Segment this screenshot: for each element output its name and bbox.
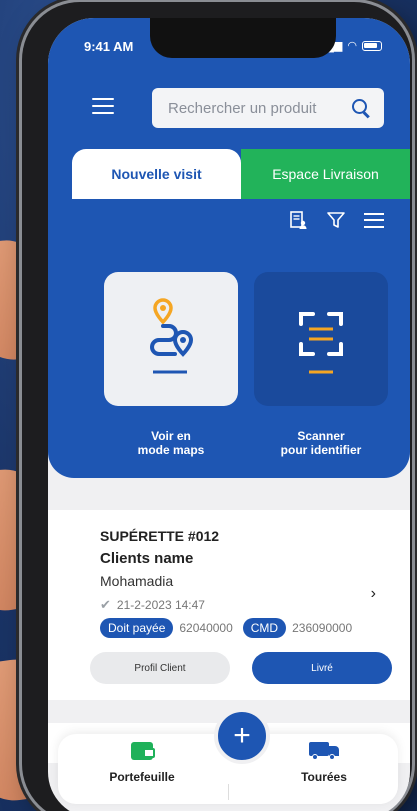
truck-icon [309,742,339,760]
payee-value: 62040000 [179,621,233,635]
phone-frame: 9:41 AM ▂▄▆ ◠ Rechercher un produit Nouv… [22,2,412,811]
status-badge-payee: Doit payée [100,618,174,638]
tab-nouvelle-visit[interactable]: Nouvelle visit [72,149,241,199]
status-badge-cmd: CMD [242,618,287,638]
list-icon[interactable] [364,212,384,228]
wifi-icon: ◠ [347,40,357,52]
plus-icon: + [233,719,251,752]
search-icon[interactable] [352,99,370,117]
maps-label-line2: mode maps [137,443,205,457]
wallet-icon [131,742,155,760]
chevron-right-icon[interactable]: › [371,585,376,603]
filter-icon[interactable] [326,210,346,230]
scan-button-label: Scanner pour identifier [254,429,388,457]
maps-label-line1: Voir en [151,429,191,443]
scan-label-line2: pour identifier [280,443,362,457]
livre-button[interactable]: Livré [252,652,392,684]
scan-label-line1: Scanner [297,429,345,443]
map-route-icon [150,298,194,374]
client-card[interactable]: SUPÉRETTE #012 Clients name Mohamadia ✔ … [48,510,410,700]
search-bar[interactable]: Rechercher un produit [152,88,384,128]
scan-button[interactable] [254,272,388,406]
client-date: 21-2-2023 14:47 [116,598,205,612]
client-city: Mohamadia [100,573,174,589]
header-panel [48,18,410,478]
client-name: Clients name [100,550,194,567]
phone-screen: 9:41 AM ▂▄▆ ◠ Rechercher un produit Nouv… [48,18,410,811]
nav-tourees-label: Tourées [301,770,347,784]
client-store-title: SUPÉRETTE #012 [100,528,220,544]
check-icon: ✔ [100,597,111,612]
document-user-icon[interactable] [288,210,308,230]
tab-bar: Nouvelle visit Espace Livraison [72,149,410,199]
battery-icon [362,40,382,51]
hamburger-menu-icon[interactable] [92,98,114,114]
tab-espace-livraison[interactable]: Espace Livraison [241,149,410,199]
profil-client-button[interactable]: Profil Client [90,652,230,684]
toolbar [288,210,384,230]
cmd-value: 236090000 [292,621,353,635]
nav-tourees[interactable]: Tourées [264,742,384,784]
status-time: 9:41 AM [84,39,134,54]
nav-portefeuille[interactable]: Portefeuille [82,742,202,784]
add-button[interactable]: + [214,708,270,764]
nav-portefeuille-label: Portefeuille [109,770,175,784]
search-input[interactable]: Rechercher un produit [168,100,352,117]
maps-button[interactable] [104,272,238,406]
barcode-scan-icon [299,312,343,374]
nav-divider [228,784,229,800]
client-date-row: ✔ 21-2-2023 14:47 [100,597,205,613]
maps-button-label: Voir en mode maps [104,429,238,457]
notch [150,18,336,58]
client-badges: Doit payée 62040000 CMD 236090000 [100,618,356,638]
